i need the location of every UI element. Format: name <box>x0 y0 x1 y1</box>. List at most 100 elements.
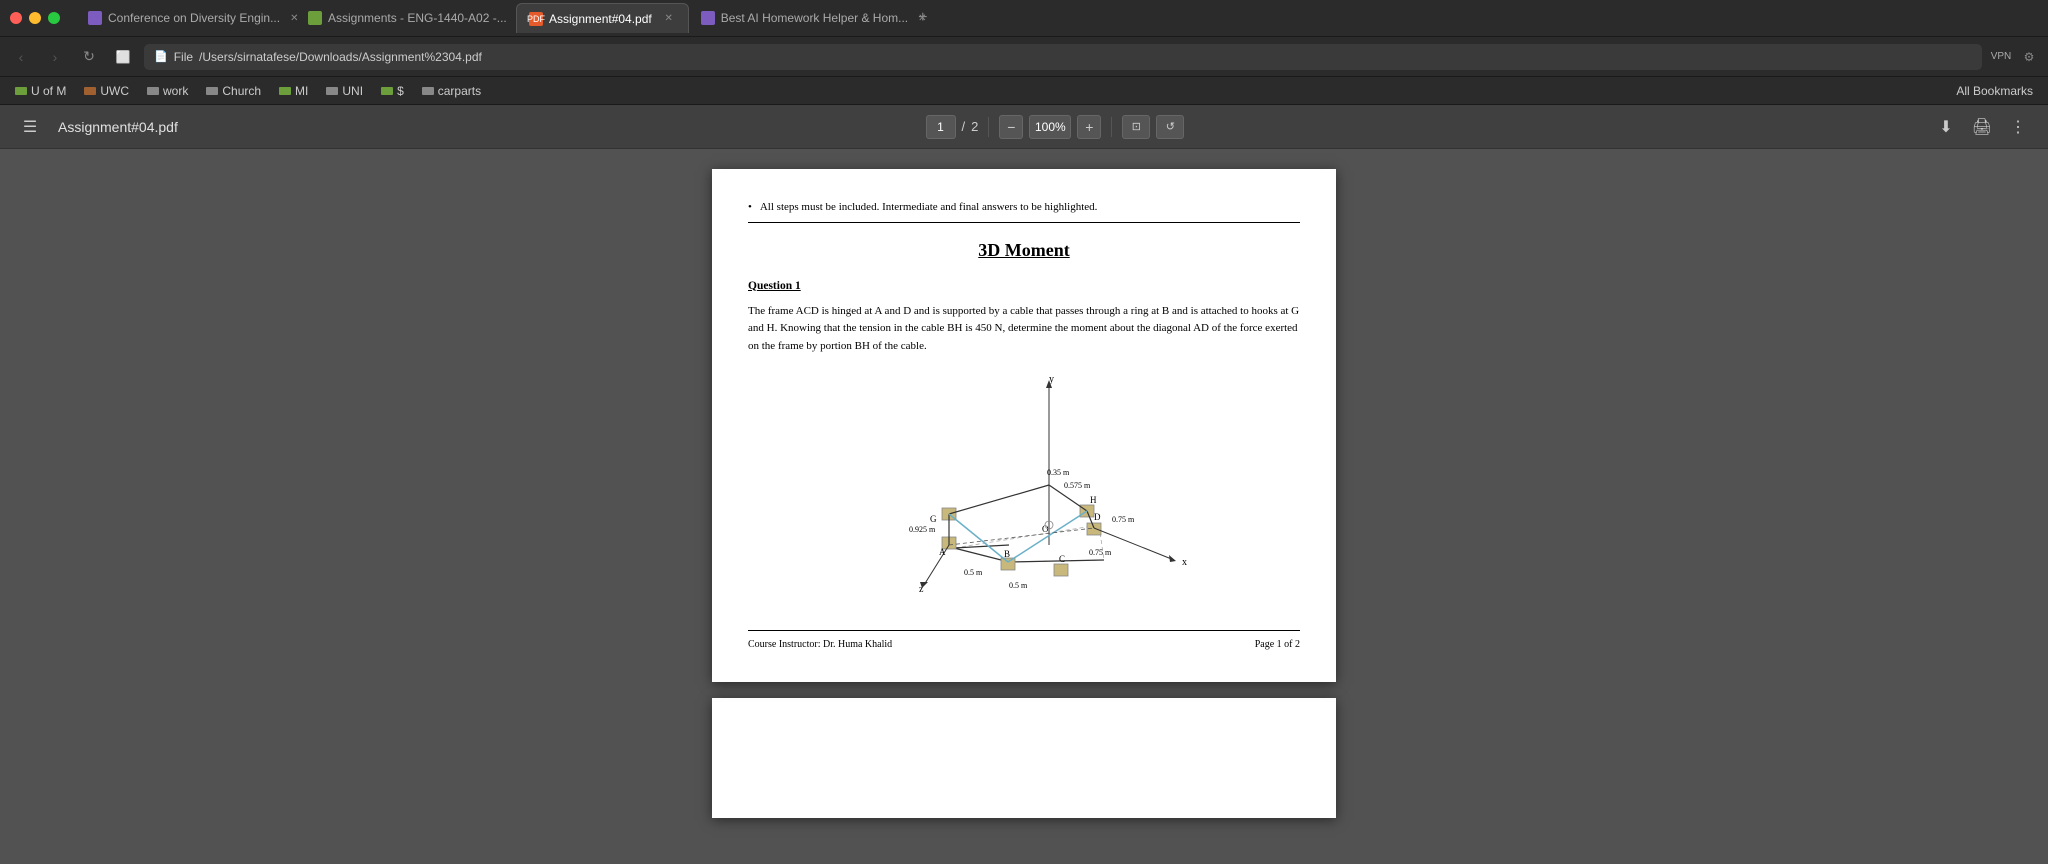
x-axis-arrow <box>1169 555 1176 562</box>
page-navigation: / 2 − + ⊡ ↺ <box>926 115 1185 139</box>
pdf-page-2-stub <box>712 698 1336 818</box>
bookmark-icon-mi <box>279 87 291 95</box>
tab-label-2: Assignments - ENG-1440-A02 -... <box>328 11 507 25</box>
point-d-label: D <box>1094 512 1101 522</box>
bookmark-uwc[interactable]: UWC <box>77 82 136 100</box>
question1-title: Question 1 <box>748 278 1300 295</box>
pdf-actions: ⬇ 🖨 ⋮ <box>1932 113 2032 141</box>
bookmark-mi[interactable]: MI <box>272 82 315 100</box>
bracket-d <box>1087 523 1101 535</box>
bookmarks-bar: U of M UWC work Church MI UNI $ carparts… <box>0 77 2048 105</box>
3d-diagram: y x z <box>854 370 1194 610</box>
bookmark-work[interactable]: work <box>140 82 195 100</box>
vpn-icon: VPN <box>1990 46 2012 68</box>
point-g-label: G <box>930 514 937 524</box>
print-button[interactable]: 🖨 <box>1968 113 1996 141</box>
main-content: • All steps must be included. Intermedia… <box>0 149 2048 864</box>
bracket-b <box>1001 558 1015 570</box>
zoom-out-button[interactable]: − <box>999 115 1023 139</box>
tab-conference[interactable]: Conference on Diversity Engin... ✕ <box>76 3 296 33</box>
bullet-text: All steps must be included. Intermediate… <box>760 199 1098 216</box>
address-bar[interactable]: 📄 File /Users/sirnatafese/Downloads/Assi… <box>144 44 1982 70</box>
frame-base-back <box>954 525 1104 562</box>
maximize-button[interactable] <box>48 12 60 24</box>
settings-icon[interactable]: ⚙ <box>2018 46 2040 68</box>
main-title: 3D Moment <box>748 237 1300 264</box>
all-bookmarks-label: All Bookmarks <box>1956 84 2033 98</box>
titlebar: Conference on Diversity Engin... ✕ Assig… <box>0 0 2048 37</box>
bookmark-label-work: work <box>163 84 188 98</box>
tab-close-3[interactable]: ✕ <box>662 12 676 26</box>
zoom-input[interactable] <box>1029 115 1071 139</box>
all-bookmarks[interactable]: All Bookmarks <box>1949 82 2040 100</box>
dim-075-right: 0.75 m <box>1112 515 1135 524</box>
bookmark-icon-uni <box>326 87 338 95</box>
bookmark-label-uwc: UWC <box>100 84 129 98</box>
footer-instructor: Course Instructor: Dr. Huma Khalid <box>748 637 892 652</box>
tab-favicon-3: PDF <box>529 12 543 26</box>
download-button[interactable]: ⬇ <box>1932 113 1960 141</box>
address-text: /Users/sirnatafese/Downloads/Assignment%… <box>199 50 482 64</box>
bookmark-label-dollar: $ <box>397 84 404 98</box>
bullet-dot: • <box>748 199 752 216</box>
total-pages: 2 <box>971 119 978 134</box>
page-separator: / <box>962 119 966 134</box>
bookmark-uofm[interactable]: U of M <box>8 82 73 100</box>
point-a-label: A <box>939 547 946 557</box>
bookmark-carparts[interactable]: carparts <box>415 82 488 100</box>
bookmark-uni[interactable]: UNI <box>319 82 370 100</box>
diagonal-ad <box>949 528 1094 545</box>
divider-1 <box>988 117 989 137</box>
tabs-bar: Conference on Diversity Engin... ✕ Assig… <box>76 0 2038 37</box>
bookmark-icon-church <box>206 87 218 95</box>
bookmark-icon-carparts <box>422 87 434 95</box>
window-controls <box>10 12 60 24</box>
pdf-title: Assignment#04.pdf <box>58 119 178 135</box>
footer: Course Instructor: Dr. Huma Khalid Page … <box>748 630 1300 652</box>
bookmark-icon-uwc <box>84 87 96 95</box>
fit-page-button[interactable]: ⊡ <box>1122 115 1150 139</box>
tab-label-4: Best AI Homework Helper & Hom... <box>721 11 908 25</box>
bookmark-church[interactable]: Church <box>199 82 268 100</box>
tab-assignments[interactable]: Assignments - ENG-1440-A02 -... ✕ <box>296 3 516 33</box>
reload-button[interactable]: ↻ <box>76 44 102 70</box>
point-b-label: B <box>1004 549 1010 559</box>
section-divider <box>748 222 1300 223</box>
tab-close-4[interactable]: ✕ <box>918 11 926 25</box>
dim-0575: 0.575 m <box>1064 481 1091 490</box>
frame-line-bc <box>1009 560 1104 562</box>
minimize-button[interactable] <box>29 12 41 24</box>
point-c-label: C <box>1059 554 1065 564</box>
bookmark-label-uofm: U of M <box>31 84 66 98</box>
pdf-menu-button[interactable]: ☰ <box>16 113 44 141</box>
tab-favicon-2 <box>308 11 322 25</box>
forward-button[interactable]: › <box>42 44 68 70</box>
pdf-page-1: • All steps must be included. Intermedia… <box>712 169 1336 682</box>
file-icon: 📄 <box>154 50 168 63</box>
back-button[interactable]: ‹ <box>8 44 34 70</box>
bookmark-label-mi: MI <box>295 84 308 98</box>
question1-body: The frame ACD is hinged at A and D and i… <box>748 303 1300 356</box>
bracket-c <box>1054 564 1068 576</box>
tab-label-1: Conference on Diversity Engin... <box>108 11 280 25</box>
zoom-in-button[interactable]: + <box>1077 115 1101 139</box>
tab-label-3: Assignment#04.pdf <box>549 12 652 26</box>
pdf-toolbar: ☰ Assignment#04.pdf / 2 − + ⊡ ↺ ⬇ 🖨 ⋮ <box>0 105 2048 149</box>
dim-0925: 0.925 m <box>909 525 936 534</box>
tab-favicon-4 <box>701 11 715 25</box>
bookmark-icon-dollar <box>381 87 393 95</box>
close-button[interactable] <box>10 12 22 24</box>
footer-page: Page 1 of 2 <box>1255 637 1300 652</box>
bookmark-label-carparts: carparts <box>438 84 481 98</box>
bookmark-icon-work <box>147 87 159 95</box>
bookmark-dollar[interactable]: $ <box>374 82 411 100</box>
toolbar-right: VPN ⚙ <box>1990 46 2040 68</box>
bookmark-icon-uofm <box>15 87 27 95</box>
tab-pdf[interactable]: PDF Assignment#04.pdf ✕ <box>516 3 689 33</box>
tab-homework[interactable]: Best AI Homework Helper & Hom... ✕ <box>689 3 909 33</box>
current-page-input[interactable] <box>926 115 956 139</box>
axis-x-label: x <box>1182 557 1187 568</box>
rotate-button[interactable]: ↺ <box>1156 115 1184 139</box>
share-button[interactable]: ⬜ <box>110 44 136 70</box>
more-options-button[interactable]: ⋮ <box>2004 113 2032 141</box>
